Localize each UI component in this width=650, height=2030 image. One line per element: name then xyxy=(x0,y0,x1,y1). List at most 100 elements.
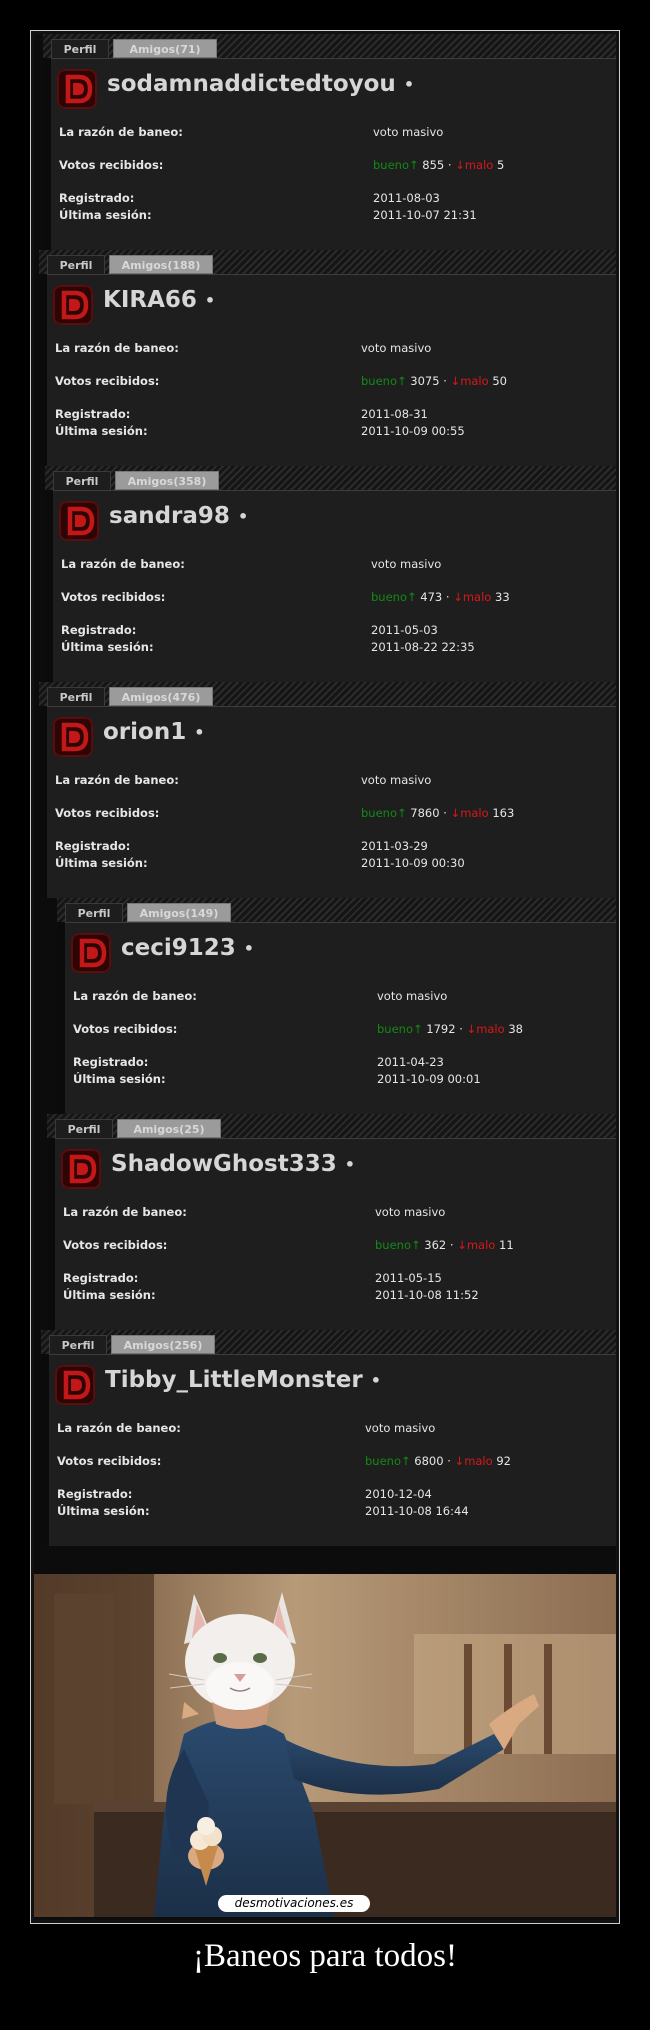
bad-votes-word: malo xyxy=(464,158,494,172)
label-last-session: Última sesión: xyxy=(73,1072,166,1086)
bad-votes-count: 50 xyxy=(492,374,507,388)
last-session-value: 2011-10-09 00:55 xyxy=(361,424,465,438)
username[interactable]: orion1 • xyxy=(103,719,204,745)
votes-value: bueno↑ 6800 · ↓malo 92 xyxy=(365,1454,511,1468)
last-session-value: 2011-10-09 00:30 xyxy=(361,856,465,870)
thumb-up-icon: ↑ xyxy=(397,806,407,820)
profile-card: sandra98 • La razón de baneo: Votos recib… xyxy=(53,490,616,682)
label-registered: Registrado: xyxy=(59,191,135,205)
profile-tabbar: Perfil Amigos(25) xyxy=(47,1114,616,1138)
separator-dot: · xyxy=(445,590,450,604)
tab-amigos[interactable]: Amigos(188) xyxy=(109,255,213,274)
last-session-value: 2011-08-22 22:35 xyxy=(371,640,475,654)
tab-perfil[interactable]: Perfil xyxy=(49,1335,107,1354)
label-votes: Votos recibidos: xyxy=(59,158,164,172)
label-votes: Votos recibidos: xyxy=(61,590,166,604)
tab-amigos[interactable]: Amigos(358) xyxy=(115,471,219,490)
profile-panel: Perfil Amigos(256) Tibby_LittleMonster •… xyxy=(41,1330,616,1546)
tab-perfil[interactable]: Perfil xyxy=(47,687,105,706)
good-votes-count: 3075 xyxy=(410,374,440,388)
votes-value: bueno↑ 1792 · ↓malo 38 xyxy=(377,1022,523,1036)
username-text[interactable]: KIRA66 xyxy=(103,287,197,313)
good-votes-word: bueno xyxy=(377,1022,413,1036)
bad-votes-count: 163 xyxy=(492,806,515,820)
tab-perfil[interactable]: Perfil xyxy=(47,255,105,274)
good-votes-count: 473 xyxy=(420,590,443,604)
thumb-down-icon: ↓ xyxy=(457,1238,467,1252)
tab-perfil[interactable]: Perfil xyxy=(51,39,109,58)
username-text[interactable]: orion1 xyxy=(103,719,186,745)
profile-card: ShadowGhost333 • La razón de baneo: Votos… xyxy=(55,1138,616,1330)
profile-panel: Perfil Amigos(71) sodamnaddictedtoyou • … xyxy=(43,34,616,250)
username[interactable]: KIRA66 • xyxy=(103,287,215,313)
bad-votes-word: malo xyxy=(464,1454,493,1468)
label-last-session: Última sesión: xyxy=(61,640,154,654)
label-registered: Registrado: xyxy=(73,1055,149,1069)
label-last-session: Última sesión: xyxy=(59,208,152,222)
tab-perfil[interactable]: Perfil xyxy=(55,1119,113,1138)
thumb-up-icon: ↑ xyxy=(409,158,419,172)
label-last-session: Última sesión: xyxy=(57,1504,150,1518)
good-votes-word: bueno xyxy=(375,1238,411,1252)
label-votes: Votos recibidos: xyxy=(63,1238,168,1252)
separator-dot: · xyxy=(449,1238,454,1252)
bad-votes-word: malo xyxy=(476,1022,505,1036)
separator-dot: · xyxy=(443,374,447,388)
desmotivaciones-logo-icon xyxy=(53,285,93,325)
separator-dot: · xyxy=(447,158,452,172)
username[interactable]: sandra98 • xyxy=(109,503,248,529)
registered-value: 2010-12-04 xyxy=(365,1487,432,1501)
tab-amigos[interactable]: Amigos(71) xyxy=(113,39,217,58)
username[interactable]: Tibby_LittleMonster • xyxy=(105,1367,381,1393)
online-dot-icon: • xyxy=(403,75,415,94)
tab-perfil[interactable]: Perfil xyxy=(53,471,111,490)
label-reason: La razón de baneo: xyxy=(55,341,179,355)
username-text[interactable]: ShadowGhost333 xyxy=(111,1151,337,1177)
online-dot-icon: • xyxy=(204,291,216,310)
label-last-session: Última sesión: xyxy=(63,1288,156,1302)
last-session-value: 2011-10-09 00:01 xyxy=(377,1072,481,1086)
bad-votes-count: 11 xyxy=(499,1238,514,1252)
separator-dot: · xyxy=(443,806,447,820)
bad-votes-count: 5 xyxy=(497,158,505,172)
thumb-down-icon: ↓ xyxy=(450,806,461,820)
label-last-session: Última sesión: xyxy=(55,856,148,870)
profile-panel: Perfil Amigos(358) sandra98 • La razón d… xyxy=(45,466,616,682)
profile-card: orion1 • La razón de baneo: Votos recibid… xyxy=(47,706,616,898)
profile-card: KIRA66 • La razón de baneo: Votos recibid… xyxy=(47,274,616,466)
label-reason: La razón de baneo: xyxy=(57,1421,181,1435)
registered-value: 2011-08-03 xyxy=(373,191,440,205)
good-votes-count: 362 xyxy=(424,1238,447,1252)
profile-panel: Perfil Amigos(25) ShadowGhost333 • La ra… xyxy=(47,1114,616,1330)
online-dot-icon: • xyxy=(243,939,255,958)
poster-content: Perfil Amigos(256) Tibby_LittleMonster •… xyxy=(34,34,616,1920)
separator-dot: · xyxy=(459,1022,463,1036)
good-votes-word: bueno xyxy=(361,806,397,820)
desmotivaciones-logo-icon xyxy=(71,933,111,973)
bad-votes-count: 92 xyxy=(496,1454,511,1468)
username[interactable]: ceci9123 • xyxy=(121,935,254,961)
good-votes-count: 1792 xyxy=(426,1022,456,1036)
tab-amigos[interactable]: Amigos(25) xyxy=(117,1119,221,1138)
username-text[interactable]: Tibby_LittleMonster xyxy=(105,1367,363,1393)
ban-reason-value: voto masivo xyxy=(371,557,442,571)
profile-card: Tibby_LittleMonster • La razón de baneo:… xyxy=(49,1354,616,1546)
good-votes-word: bueno xyxy=(373,158,409,172)
username[interactable]: ShadowGhost333 • xyxy=(111,1151,355,1177)
tab-amigos[interactable]: Amigos(256) xyxy=(111,1335,215,1354)
profile-tabbar: Perfil Amigos(256) xyxy=(41,1330,616,1354)
tab-perfil[interactable]: Perfil xyxy=(65,903,123,922)
bad-votes-word: malo xyxy=(460,806,489,820)
ban-reason-value: voto masivo xyxy=(361,341,432,355)
label-reason: La razón de baneo: xyxy=(55,773,179,787)
registered-value: 2011-04-23 xyxy=(377,1055,444,1069)
username[interactable]: sodamnaddictedtoyou • xyxy=(107,71,414,97)
bad-votes-word: malo xyxy=(466,1238,496,1252)
username-text[interactable]: ceci9123 xyxy=(121,935,236,961)
username-text[interactable]: sodamnaddictedtoyou xyxy=(107,71,396,97)
tab-amigos[interactable]: Amigos(149) xyxy=(127,903,231,922)
tab-amigos[interactable]: Amigos(476) xyxy=(109,687,213,706)
votes-value: bueno↑ 3075 · ↓malo 50 xyxy=(361,374,507,388)
thumb-down-icon: ↓ xyxy=(466,1022,477,1036)
username-text[interactable]: sandra98 xyxy=(109,503,230,529)
